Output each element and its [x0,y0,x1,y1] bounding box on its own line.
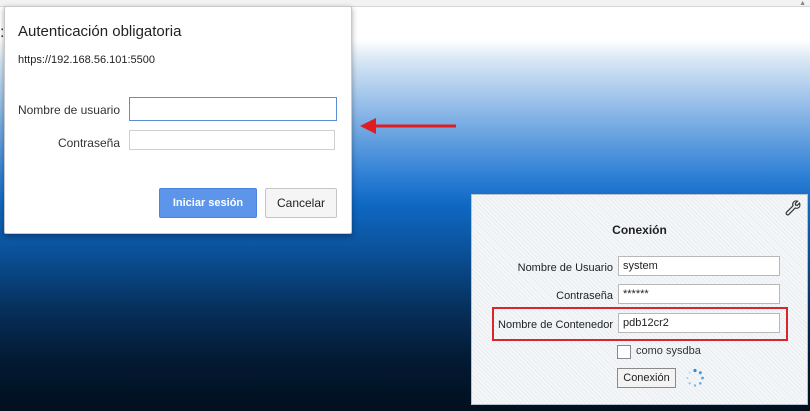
conn-container-input[interactable] [618,313,780,333]
username-label: Nombre de usuario [17,103,120,117]
sysdba-label: como sysdba [636,345,701,357]
spinner-icon [686,368,704,387]
sysdba-checkbox[interactable] [617,345,631,359]
login-button[interactable]: Iniciar sesión [159,188,257,218]
connect-button[interactable]: Conexión [617,368,676,388]
wrench-icon[interactable] [785,200,801,216]
connection-title: Conexión [612,223,667,237]
password-label: Contraseña [57,136,120,150]
auth-dialog: Autenticación obligatoria https://192.16… [4,6,352,234]
auth-dialog-title: Autenticación obligatoria [18,23,182,40]
conn-container-label: Nombre de Contenedor [498,319,613,331]
scroll-up-icon[interactable]: ▲ [799,0,806,7]
conn-username-label: Nombre de Usuario [517,262,613,274]
conn-username-input[interactable] [618,256,780,276]
connection-panel: Conexión Nombre de Usuario Contraseña No… [471,194,808,405]
auth-dialog-url: https://192.168.56.101:5500 [18,54,156,66]
cancel-button[interactable]: Cancelar [265,188,337,218]
password-input[interactable] [129,130,335,150]
conn-password-label: Contraseña [556,290,613,302]
red-arrow-annotation [360,118,456,134]
username-input[interactable] [129,97,337,121]
conn-password-input[interactable] [618,284,780,304]
